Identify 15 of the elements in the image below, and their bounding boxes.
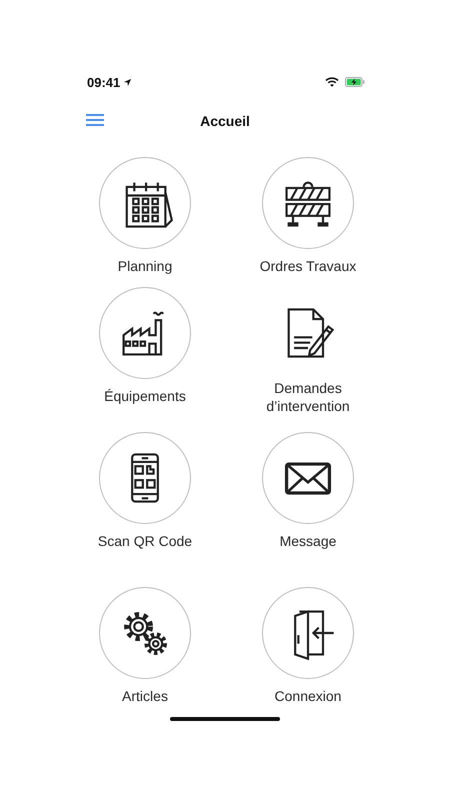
menu-tile-button[interactable]: Message bbox=[238, 432, 378, 558]
screen-title: Accueil bbox=[199, 113, 251, 129]
menu-tile-button[interactable]: Planning bbox=[75, 157, 215, 283]
menu-icon bbox=[85, 113, 105, 127]
status-time: 09:41 bbox=[87, 74, 120, 90]
menu-tile-button[interactable]: Connexion bbox=[238, 587, 378, 713]
menu-tile-button[interactable]: Demandes d’intervention bbox=[238, 287, 378, 415]
location-arrow-icon bbox=[123, 78, 132, 86]
menu-tile-button[interactable]: Scan QR Code bbox=[75, 432, 215, 558]
menu-tile-button[interactable]: Ordres Travaux bbox=[238, 157, 378, 283]
menu-button[interactable] bbox=[85, 113, 105, 129]
menu-tile-button[interactable]: Articles bbox=[75, 587, 215, 713]
wifi-icon bbox=[325, 77, 339, 87]
menu-tile-button[interactable]: Équipements bbox=[75, 287, 215, 413]
battery-charging-icon bbox=[345, 77, 365, 87]
